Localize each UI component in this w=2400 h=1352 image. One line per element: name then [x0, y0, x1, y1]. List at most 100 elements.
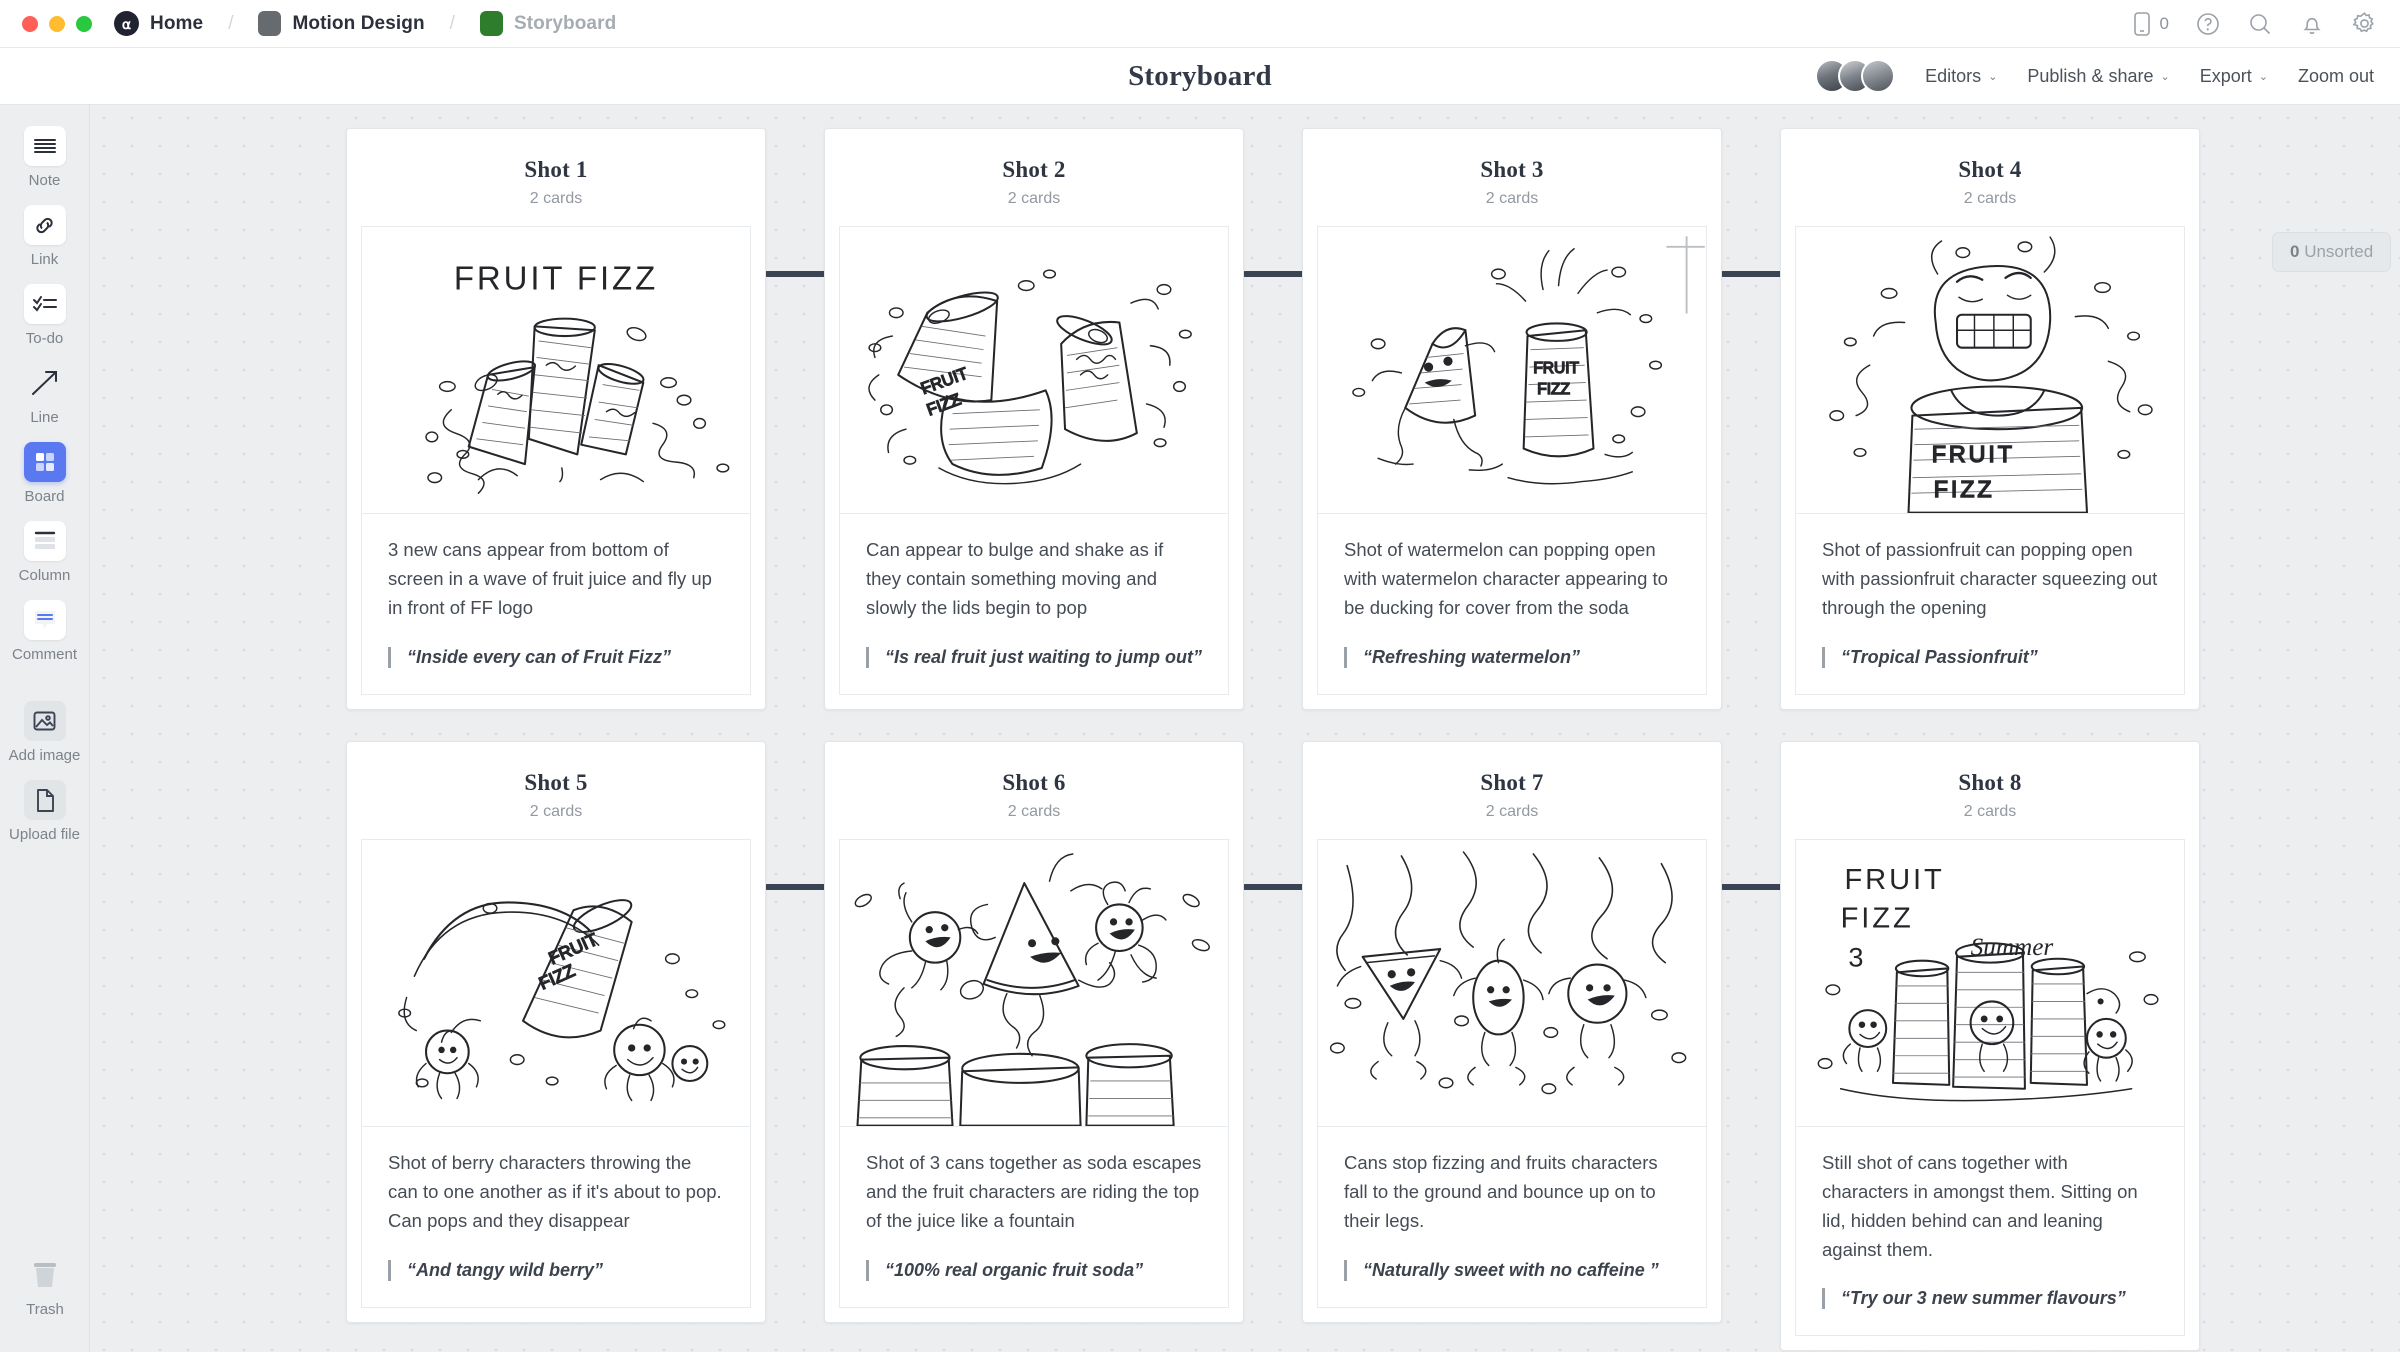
shot-card[interactable]: Shot 1 2 cards FRUIT FIZZ 3 new cans app…: [346, 128, 766, 710]
notifications-icon[interactable]: [2299, 11, 2325, 37]
shot-card[interactable]: Shot 4 2 cards FRUIT FIZZ Shot of passio…: [1780, 128, 2200, 710]
shot-sketch-image[interactable]: FRUIT FIZZ: [361, 839, 751, 1127]
shot-title: Shot 5: [524, 770, 588, 795]
sidebar-item-add-image[interactable]: Add image: [0, 701, 90, 764]
sidebar-item-label: Note: [28, 172, 61, 189]
shot-text-card[interactable]: Shot of 3 cans together as soda escapes …: [839, 1127, 1229, 1308]
shot-text-card[interactable]: Still shot of cans together with charact…: [1795, 1127, 2185, 1337]
shot-text-card[interactable]: 3 new cans appear from bottom of screen …: [361, 514, 751, 695]
shot-quote: “100% real organic fruit soda”: [866, 1259, 1202, 1281]
svg-text:FIZZ: FIZZ: [1934, 476, 1995, 502]
close-window-button[interactable]: [22, 15, 38, 32]
sidebar-item-note[interactable]: Note: [0, 126, 90, 189]
header-actions: Editors ⌄ Publish & share ⌄ Export ⌄ Zoo…: [1815, 59, 2400, 93]
shot-description: Can appear to bulge and shake as if they…: [866, 539, 1164, 618]
board-canvas[interactable]: 0 Unsorted Shot 1 2 cards FRUIT FIZZ 3 n…: [90, 104, 2400, 1352]
todo-icon: [23, 284, 66, 324]
sidebar-item-column[interactable]: Column: [0, 521, 90, 584]
shot-card[interactable]: Shot 6 2 cards Shot of 3 cans together a…: [824, 741, 1244, 1323]
shot-sketch-image[interactable]: FRUIT FIZZ: [839, 226, 1229, 514]
shot-text-card[interactable]: Shot of berry characters throwing the ca…: [361, 1127, 751, 1308]
sidebar-item-link[interactable]: Link: [0, 205, 90, 268]
shot-title: Shot 2: [1002, 157, 1066, 182]
sidebar-item-trash[interactable]: Trash: [0, 1255, 90, 1318]
shot-title: Shot 1: [524, 157, 588, 182]
sidebar-item-label: Link: [30, 251, 59, 268]
svg-text:FRUIT: FRUIT: [1533, 360, 1579, 377]
shot-sketch-image[interactable]: FRUIT FIZZ: [1317, 226, 1707, 514]
shot-card-count: 2 cards: [1963, 190, 2017, 207]
shot-sketch-image[interactable]: [1317, 839, 1707, 1127]
shot-sketch-image[interactable]: [839, 839, 1229, 1127]
chevron-down-icon: ⌄: [2160, 70, 2170, 83]
shot-card-count: 2 cards: [1485, 190, 1539, 207]
sidebar-item-board[interactable]: Board: [0, 442, 90, 505]
svg-text:FRUIT: FRUIT: [1845, 864, 1945, 896]
sidebar-item-comment[interactable]: Comment: [0, 600, 90, 663]
svg-text:FIZZ: FIZZ: [536, 960, 578, 993]
editors-label: Editors: [1925, 65, 1982, 86]
column-icon: [23, 521, 66, 561]
breadcrumb-separator-2: /: [449, 12, 455, 34]
shot-card[interactable]: Shot 2 2 cards FRUIT FIZZ Can appear to …: [824, 128, 1244, 710]
editor-avatars[interactable]: [1815, 59, 1896, 93]
unsorted-label: Unsorted: [2304, 242, 2374, 261]
minimize-window-button[interactable]: [49, 15, 65, 32]
topbar-actions: 0: [2131, 10, 2378, 37]
publish-share-button[interactable]: Publish & share ⌄: [2027, 66, 2169, 87]
shot-header: Shot 5 2 cards: [361, 756, 751, 839]
zoom-label: Zoom out: [2297, 65, 2374, 86]
settings-icon[interactable]: [2351, 10, 2378, 37]
shot-sketch-image[interactable]: FRUIT FIZZ: [361, 226, 751, 514]
shot-title: Shot 7: [1480, 770, 1544, 795]
shot-card[interactable]: Shot 7 2 cards Cans stop fizzing and fru…: [1302, 741, 1722, 1323]
svg-text:3: 3: [1848, 942, 1863, 973]
comment-icon: [23, 600, 66, 640]
shot-header: Shot 1 2 cards: [361, 143, 751, 226]
svg-text:FRUIT: FRUIT: [546, 929, 601, 968]
trash-icon: [24, 1255, 66, 1295]
shot-text-card[interactable]: Shot of watermelon can popping open with…: [1317, 514, 1707, 695]
unsorted-badge[interactable]: 0 Unsorted: [2272, 232, 2392, 272]
publish-label: Publish & share: [2027, 65, 2154, 86]
shot-sketch-image[interactable]: FRUIT FIZZ: [1795, 226, 2185, 514]
avatar[interactable]: [1861, 59, 1896, 93]
shot-text-card[interactable]: Shot of passionfruit can popping open wi…: [1795, 514, 2185, 695]
shot-header: Shot 3 2 cards: [1317, 143, 1707, 226]
export-button[interactable]: Export ⌄: [2200, 66, 2268, 87]
help-icon[interactable]: [2195, 11, 2221, 37]
shot-quote: “Is real fruit just waiting to jump out”: [866, 646, 1202, 668]
zoom-out-button[interactable]: Zoom out: [2298, 66, 2374, 87]
shot-card-count: 2 cards: [529, 803, 583, 820]
editors-menu-button[interactable]: Editors ⌄: [1925, 66, 1997, 87]
breadcrumb-home[interactable]: Home: [150, 13, 203, 35]
image-icon: [23, 701, 66, 741]
breadcrumb-project[interactable]: Motion Design: [292, 13, 424, 35]
shot-quote: “Inside every can of Fruit Fizz”: [388, 646, 724, 668]
shot-description: Shot of berry characters throwing the ca…: [388, 1152, 722, 1231]
breadcrumb-separator: /: [228, 12, 234, 34]
shot-description: Shot of passionfruit can popping open wi…: [1822, 539, 2158, 618]
sidebar-item-line[interactable]: Line: [0, 363, 90, 426]
shot-card-count: 2 cards: [1007, 803, 1061, 820]
shot-sketch-image[interactable]: FRUIT FIZZ 3 Summer: [1795, 839, 2185, 1127]
project-color-chip: [258, 11, 282, 36]
shot-text-card[interactable]: Cans stop fizzing and fruits characters …: [1317, 1127, 1707, 1308]
shot-card[interactable]: Shot 5 2 cards FRUIT FIZZ Shot of berry …: [346, 741, 766, 1323]
breadcrumb: ⍺ Home / Motion Design / Storyboard: [114, 11, 616, 36]
shot-card[interactable]: Shot 8 2 cards FRUIT FIZZ 3 Summer Still…: [1780, 741, 2200, 1352]
sidebar-item-label: Board: [24, 488, 65, 505]
line-arrow-icon: [24, 363, 66, 403]
sidebar-item-upload-file[interactable]: Upload file: [0, 780, 90, 843]
shot-description: Shot of 3 cans together as soda escapes …: [866, 1152, 1202, 1231]
shot-quote: “And tangy wild berry”: [388, 1259, 724, 1281]
sidebar-item-todo[interactable]: To-do: [0, 284, 90, 347]
window-controls[interactable]: [22, 15, 92, 32]
shot-text-card[interactable]: Can appear to bulge and shake as if they…: [839, 514, 1229, 695]
sidebar-item-label: Line: [30, 409, 59, 426]
mobile-preview-icon[interactable]: 0: [2131, 11, 2169, 37]
shot-card[interactable]: Shot 3 2 cards FRUIT FIZZ Shot of waterm…: [1302, 128, 1722, 710]
maximize-window-button[interactable]: [76, 15, 92, 32]
search-icon[interactable]: [2247, 11, 2273, 37]
svg-text:FRUIT FIZZ: FRUIT FIZZ: [454, 259, 658, 296]
